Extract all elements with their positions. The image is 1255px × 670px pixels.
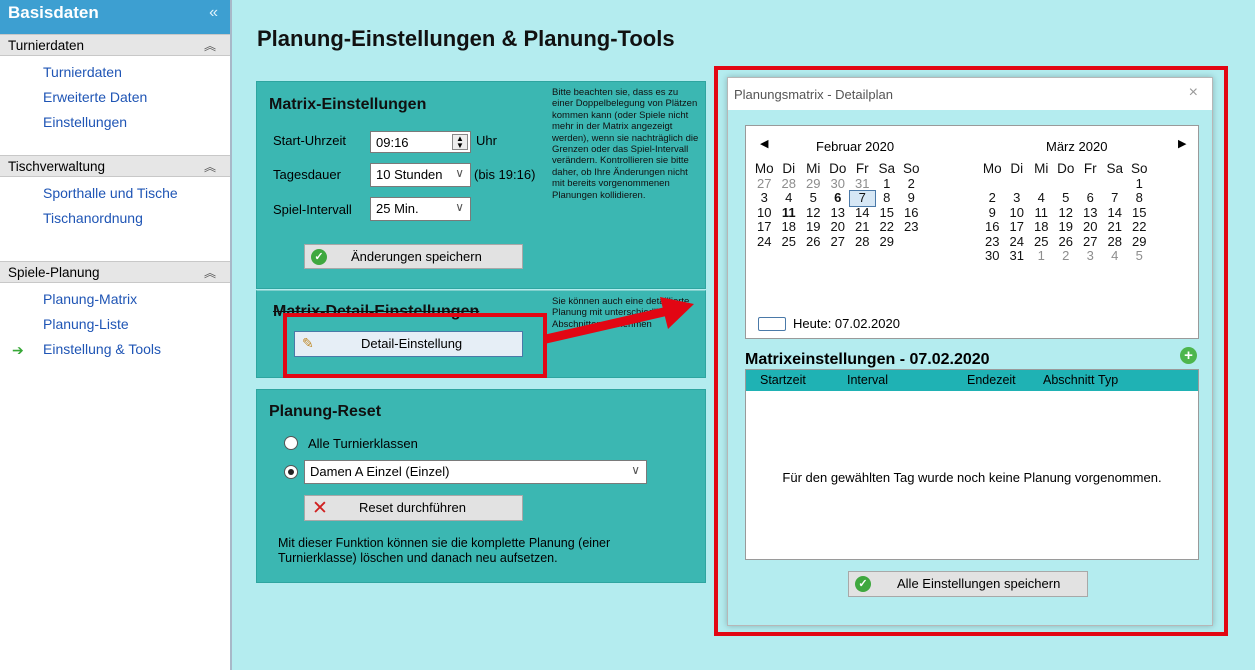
start-time-input[interactable]: 09:16 ▲ ▼: [370, 131, 471, 153]
class-select[interactable]: Damen A Einzel (Einzel) ∨: [304, 460, 647, 484]
sidebar-group-title: Turnierdaten: [8, 38, 85, 53]
chevron-down-icon: ∨: [455, 200, 464, 214]
sidebar-item-turnierdaten[interactable]: Turnierdaten: [0, 62, 230, 87]
sidebar-group-title: Tischverwaltung: [8, 159, 106, 174]
start-time-label: Start-Uhrzeit: [273, 133, 346, 148]
matrix-settings-title: Matrix-Einstellungen: [269, 96, 427, 113]
collapse-icon[interactable]: «: [209, 4, 218, 22]
sidebar-item-sporthalle[interactable]: Sporthalle und Tische: [0, 183, 230, 208]
page-title: Planung-Einstellungen & Planung-Tools: [257, 26, 675, 51]
check-icon: ✓: [311, 249, 327, 265]
matrix-settings-panel: Matrix-Einstellungen Start-Uhrzeit 09:16…: [256, 81, 706, 289]
sidebar-group-spiele-planung[interactable]: Spiele-Planung ︽: [0, 261, 230, 283]
arrow-right-icon: ➔: [12, 342, 24, 358]
reset-button[interactable]: ✕ Reset durchführen: [304, 495, 523, 521]
save-changes-button[interactable]: ✓ Änderungen speichern: [304, 244, 523, 269]
radio-all-classes[interactable]: [284, 436, 298, 450]
sidebar-group-turnierdaten[interactable]: Turnierdaten ︽: [0, 34, 230, 56]
chevron-up-icon[interactable]: ︽: [204, 264, 216, 281]
annotation-arrow: [544, 297, 694, 344]
sidebar: Basisdaten « Turnierdaten ︽ Turnierdaten…: [0, 0, 232, 670]
sidebar-header[interactable]: Basisdaten «: [0, 0, 230, 34]
sidebar-item-einstellungen[interactable]: Einstellungen: [0, 112, 230, 137]
sidebar-item-planung-matrix[interactable]: Planung-Matrix: [0, 289, 230, 314]
duration-value: 10 Stunden: [376, 167, 443, 182]
sidebar-item-planung-liste[interactable]: Planung-Liste: [0, 314, 230, 339]
radio-selected-class[interactable]: [284, 465, 298, 479]
highlight-dialog: [714, 66, 1228, 636]
interval-value: 25 Min.: [376, 201, 419, 216]
duration-label: Tagesdauer: [273, 167, 341, 182]
sidebar-item-label: Einstellung & Tools: [43, 341, 162, 357]
interval-label: Spiel-Intervall: [273, 202, 352, 217]
chevron-down-icon: ∨: [455, 166, 464, 180]
sidebar-item-einstellung-tools[interactable]: ➔ Einstellung & Tools: [0, 339, 230, 364]
planning-reset-title: Planung-Reset: [269, 403, 382, 420]
save-changes-label: Änderungen speichern: [351, 249, 482, 264]
sidebar-item-erweiterte-daten[interactable]: Erweiterte Daten: [0, 87, 230, 112]
spinner-icon[interactable]: ▲ ▼: [452, 134, 468, 150]
sidebar-header-title: Basisdaten: [8, 3, 99, 22]
start-time-unit: Uhr: [476, 133, 497, 148]
close-icon: ✕: [312, 498, 328, 519]
chevron-down-icon: ∨: [631, 463, 640, 477]
matrix-settings-note: Bitte beachten sie, dass es zu einer Dop…: [552, 87, 699, 201]
sidebar-item-tischanordnung[interactable]: Tischanordnung: [0, 208, 230, 233]
interval-select[interactable]: 25 Min. ∨: [370, 197, 471, 221]
chevron-up-icon[interactable]: ︽: [204, 158, 216, 175]
reset-button-label: Reset durchführen: [359, 500, 466, 515]
duration-note: (bis 19:16): [474, 167, 536, 182]
highlight-detail-button: [283, 313, 547, 378]
class-select-value: Damen A Einzel (Einzel): [310, 464, 450, 479]
duration-select[interactable]: 10 Stunden ∨: [370, 163, 471, 187]
sidebar-group-title: Spiele-Planung: [8, 265, 100, 280]
chevron-up-icon[interactable]: ︽: [204, 37, 216, 54]
planning-reset-panel: Planung-Reset Alle Turnierklassen Damen …: [256, 389, 706, 583]
sidebar-group-tischverwaltung[interactable]: Tischverwaltung ︽: [0, 155, 230, 177]
radio-all-classes-label: Alle Turnierklassen: [308, 436, 418, 451]
start-time-value: 09:16: [376, 135, 409, 150]
planning-reset-note: Mit dieser Funktion können sie die kompl…: [278, 536, 611, 565]
